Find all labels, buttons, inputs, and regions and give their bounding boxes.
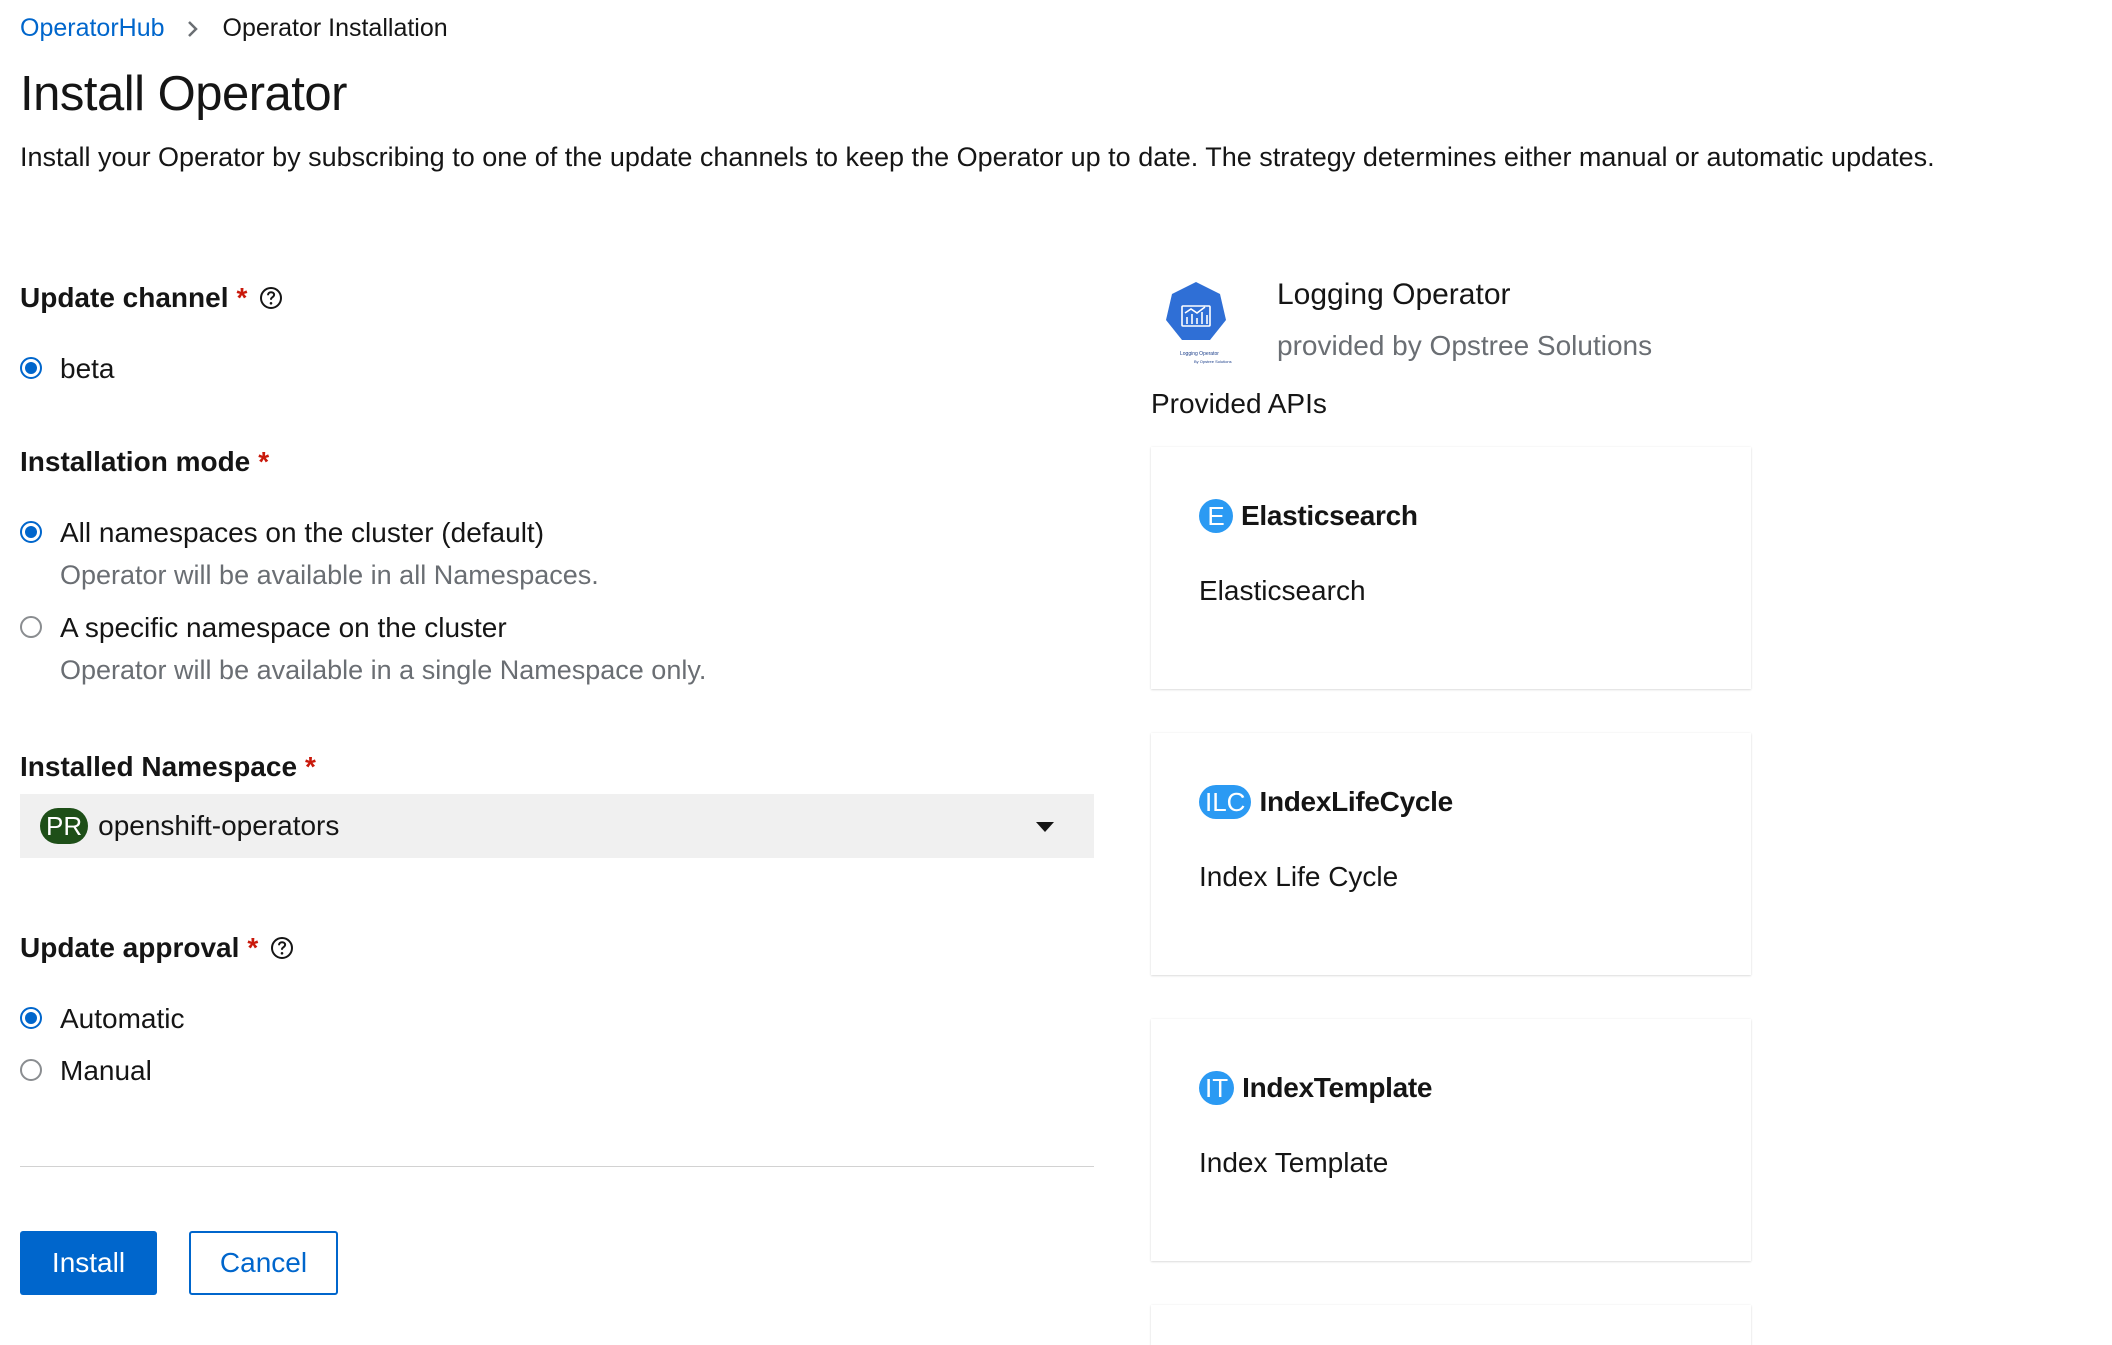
api-card-partial [1151, 1305, 1751, 1345]
radio-label: Manual [60, 1055, 152, 1086]
update-channel-beta-option[interactable]: beta [20, 352, 115, 386]
api-badge: E [1199, 499, 1233, 533]
installed-namespace-label: Installed Namespace * [20, 751, 316, 783]
radio-description: Operator will be available in all Namesp… [60, 560, 599, 590]
api-name: IndexTemplate [1242, 1072, 1433, 1103]
question-circle-icon[interactable] [270, 936, 294, 960]
operator-logo-caption: Logging Operator [1180, 351, 1219, 357]
api-card-title: IT IndexTemplate [1199, 1071, 1432, 1105]
radio-label: Automatic [60, 1003, 185, 1034]
api-description: Index Template [1199, 1147, 1389, 1178]
installation-mode-specific-namespace-option[interactable]: A specific namespace on the cluster Oper… [20, 611, 706, 687]
form-divider [20, 1166, 1094, 1167]
install-button[interactable]: Install [20, 1231, 157, 1295]
update-approval-automatic-option[interactable]: Automatic [20, 1002, 185, 1036]
required-marker: * [258, 446, 270, 477]
update-approval-manual-radio[interactable] [20, 1059, 42, 1081]
install-operator-page: OperatorHub Operator Installation Instal… [0, 0, 2112, 1345]
page-title: Install Operator [20, 67, 348, 121]
page-description: Install your Operator by subscribing to … [20, 142, 1935, 172]
installed-namespace-value: openshift-operators [98, 810, 340, 841]
update-approval-manual-option[interactable]: Manual [20, 1054, 152, 1088]
api-name: Elasticsearch [1241, 500, 1418, 531]
breadcrumb: OperatorHub Operator Installation [20, 14, 448, 43]
installed-namespace-label-text: Installed Namespace [20, 751, 298, 782]
installation-mode-all-namespaces-radio[interactable] [20, 521, 42, 543]
operator-name: Logging Operator [1277, 278, 1511, 311]
installation-mode-label: Installation mode * [20, 446, 269, 478]
update-approval-automatic-radio[interactable] [20, 1007, 42, 1029]
update-channel-label-text: Update channel [20, 282, 229, 313]
api-description: Elasticsearch [1199, 575, 1366, 606]
update-channel-label: Update channel * [20, 282, 283, 314]
api-name: IndexLifeCycle [1259, 786, 1453, 817]
api-description: Index Life Cycle [1199, 861, 1399, 892]
installation-mode-specific-namespace-radio[interactable] [20, 616, 42, 638]
update-approval-label-text: Update approval [20, 932, 240, 963]
installation-mode-label-text: Installation mode [20, 446, 251, 477]
radio-label: beta [60, 353, 115, 384]
installed-namespace-select[interactable]: PR openshift-operators [20, 794, 1094, 858]
required-marker: * [236, 282, 248, 313]
required-marker: * [305, 751, 316, 782]
operator-logo: Logging Operator By Opstree Solutions [1160, 280, 1232, 370]
update-channel-beta-radio[interactable] [20, 357, 42, 379]
breadcrumb-operatorhub-link[interactable]: OperatorHub [20, 14, 165, 43]
radio-label: A specific namespace on the cluster [60, 612, 507, 643]
update-approval-label: Update approval * [20, 932, 294, 964]
provided-apis-heading: Provided APIs [1151, 388, 1327, 419]
operator-logo-subcaption: By Opstree Solutions [1194, 359, 1232, 364]
api-card-elasticsearch[interactable]: E Elasticsearch Elasticsearch [1151, 447, 1751, 689]
radio-label: All namespaces on the cluster (default) [60, 517, 545, 548]
caret-down-icon [1036, 822, 1054, 832]
api-card-title: ILC IndexLifeCycle [1199, 785, 1453, 819]
api-badge: ILC [1199, 785, 1252, 819]
api-card-indexlifecycle[interactable]: ILC IndexLifeCycle Index Life Cycle [1151, 733, 1751, 975]
breadcrumb-current: Operator Installation [222, 14, 448, 42]
required-marker: * [247, 932, 259, 963]
radio-description: Operator will be available in a single N… [60, 655, 707, 685]
project-badge: PR [40, 808, 89, 844]
question-circle-icon[interactable] [259, 286, 283, 310]
api-badge: IT [1199, 1071, 1235, 1105]
api-card-indextemplate[interactable]: IT IndexTemplate Index Template [1151, 1019, 1751, 1261]
api-card-title: E Elasticsearch [1199, 499, 1418, 533]
chevron-right-icon [187, 20, 199, 38]
cancel-button[interactable]: Cancel [189, 1231, 338, 1295]
installation-mode-all-namespaces-option[interactable]: All namespaces on the cluster (default) … [20, 516, 599, 592]
operator-provider: provided by Opstree Solutions [1277, 330, 1653, 361]
